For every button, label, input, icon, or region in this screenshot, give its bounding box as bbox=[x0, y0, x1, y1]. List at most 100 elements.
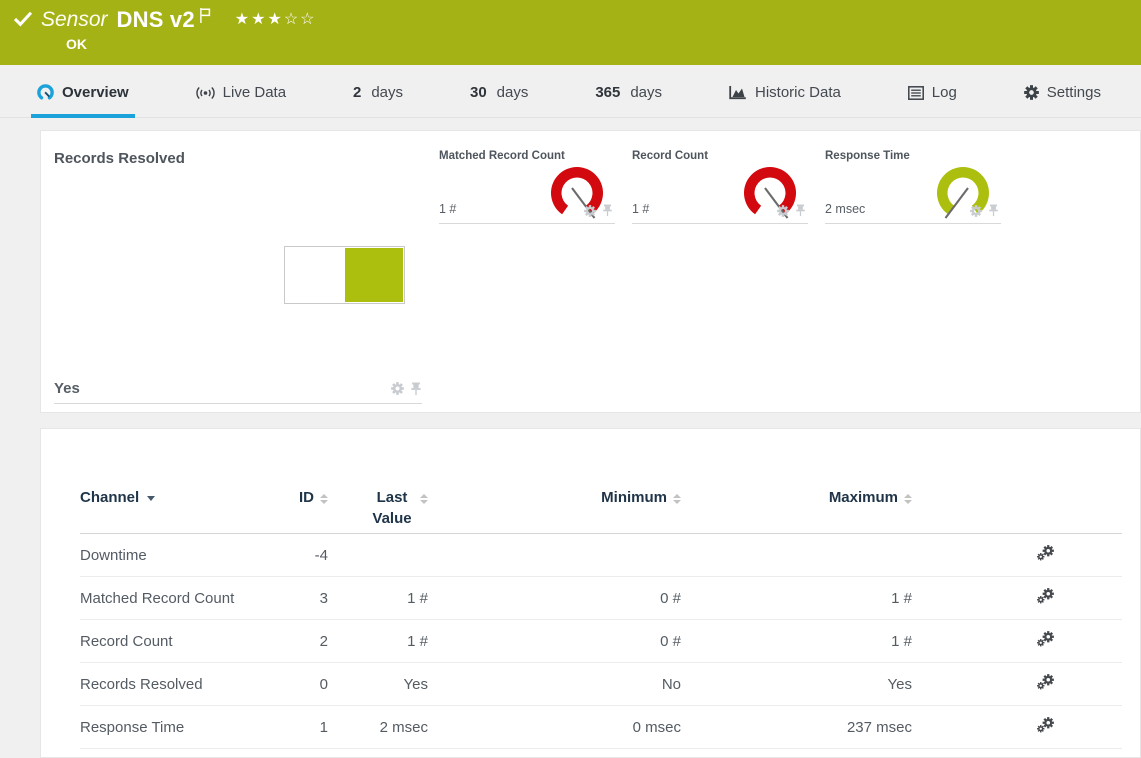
records-resolved-title: Records Resolved bbox=[54, 150, 439, 167]
header-label: ID bbox=[299, 489, 314, 506]
gauge-title: Matched Record Count bbox=[439, 150, 615, 162]
stars-filled: ★★★ bbox=[235, 11, 284, 28]
channel-settings-icon[interactable] bbox=[1037, 717, 1054, 733]
tab-live-data[interactable]: Live Data bbox=[190, 76, 292, 118]
priority-flag-icon[interactable] bbox=[199, 8, 211, 23]
channel-settings-icon[interactable] bbox=[1037, 545, 1054, 561]
channel-name-cell[interactable]: Response Time bbox=[80, 706, 260, 749]
channel-id-cell: 1 bbox=[260, 706, 328, 749]
table-row: Downtime -4 bbox=[80, 534, 1122, 577]
tab-label: days bbox=[630, 84, 662, 101]
gear-icon[interactable] bbox=[970, 205, 982, 217]
gauge-title: Record Count bbox=[632, 150, 808, 162]
gauge-value: 2 msec bbox=[825, 202, 865, 216]
table-header-row: Channel ID Last Value Minimum Maximum bbox=[80, 429, 1122, 534]
pin-icon[interactable] bbox=[410, 382, 422, 396]
tab-30-days[interactable]: 30 days bbox=[464, 76, 534, 118]
pin-icon[interactable] bbox=[988, 204, 999, 217]
sensor-header-bar: Sensor DNS v2 ★★★☆☆ OK bbox=[0, 0, 1141, 65]
overview-panel: Records Resolved Yes Matched Record Coun… bbox=[40, 130, 1141, 413]
gauge-row: Matched Record Count 1 # Record Count 1 … bbox=[439, 131, 1001, 412]
gear-icon[interactable] bbox=[391, 382, 404, 395]
status-badge: OK bbox=[66, 36, 87, 52]
table-row: Response Time 1 2 msec 0 msec 237 msec bbox=[80, 706, 1122, 749]
tab-log[interactable]: Log bbox=[902, 76, 963, 118]
last-value-cell: 1 # bbox=[328, 620, 428, 663]
historic-chart-icon bbox=[729, 85, 747, 100]
tab-number: 365 bbox=[595, 84, 620, 101]
sensor-title-row: Sensor DNS v2 ★★★☆☆ bbox=[0, 0, 1141, 32]
pin-icon[interactable] bbox=[602, 204, 613, 217]
gauge-value: 1 # bbox=[439, 202, 456, 216]
tab-label: days bbox=[497, 84, 529, 101]
channel-name-cell[interactable]: Matched Record Count bbox=[80, 577, 260, 620]
sort-toggle-icon bbox=[673, 494, 681, 504]
tab-number: 2 bbox=[353, 84, 361, 101]
tab-bar: Overview Live Data 2 days 30 days 365 da… bbox=[0, 65, 1141, 118]
records-resolved-value: Yes bbox=[54, 380, 80, 397]
last-value-cell: Yes bbox=[328, 663, 428, 706]
sensor-type-label: Sensor bbox=[41, 8, 108, 32]
maximum-cell bbox=[681, 534, 912, 577]
minimum-cell: 0 # bbox=[428, 577, 681, 620]
channel-name-cell[interactable]: Records Resolved bbox=[80, 663, 260, 706]
minimum-cell bbox=[428, 534, 681, 577]
channel-name-cell[interactable]: Downtime bbox=[80, 534, 260, 577]
maximum-cell: 237 msec bbox=[681, 706, 912, 749]
channel-id-cell: 0 bbox=[260, 663, 328, 706]
header-minimum[interactable]: Minimum bbox=[428, 429, 681, 534]
records-resolved-indicator bbox=[284, 246, 405, 304]
stars-empty: ☆☆ bbox=[284, 11, 317, 28]
header-last-value[interactable]: Last Value bbox=[328, 429, 428, 534]
table-row: Matched Record Count 3 1 # 0 # 1 # bbox=[80, 577, 1122, 620]
sort-toggle-icon bbox=[904, 494, 912, 504]
channel-table: Channel ID Last Value Minimum Maximum Do… bbox=[80, 429, 1122, 749]
channel-id-cell: 3 bbox=[260, 577, 328, 620]
channel-id-cell: -4 bbox=[260, 534, 328, 577]
log-icon bbox=[908, 86, 924, 100]
tab-365-days[interactable]: 365 days bbox=[589, 76, 668, 118]
channel-name-cell[interactable]: Record Count bbox=[80, 620, 260, 663]
header-label: Channel bbox=[80, 489, 139, 506]
maximum-cell: 1 # bbox=[681, 620, 912, 663]
tab-settings[interactable]: Settings bbox=[1018, 76, 1107, 118]
tab-label: Log bbox=[932, 84, 957, 101]
records-resolved-footer: Yes bbox=[54, 380, 422, 404]
gauge-matched-record-count: Matched Record Count 1 # bbox=[439, 150, 615, 224]
tab-label: Historic Data bbox=[755, 84, 841, 101]
records-resolved-card: Records Resolved Yes bbox=[41, 131, 439, 412]
table-row: Records Resolved 0 Yes No Yes bbox=[80, 663, 1122, 706]
sensor-name: DNS v2 bbox=[117, 8, 195, 32]
minimum-cell: 0 # bbox=[428, 620, 681, 663]
sort-desc-icon bbox=[147, 496, 155, 501]
channel-table-panel: Channel ID Last Value Minimum Maximum Do… bbox=[40, 428, 1141, 758]
header-label: Last Value bbox=[370, 487, 414, 529]
pin-icon[interactable] bbox=[795, 204, 806, 217]
gear-icon[interactable] bbox=[584, 205, 596, 217]
priority-stars[interactable]: ★★★☆☆ bbox=[235, 9, 317, 29]
last-value-cell: 2 msec bbox=[328, 706, 428, 749]
channel-settings-icon[interactable] bbox=[1037, 631, 1054, 647]
live-data-icon bbox=[196, 86, 215, 100]
tab-label: Live Data bbox=[223, 84, 286, 101]
header-id[interactable]: ID bbox=[260, 429, 328, 534]
tab-number: 30 bbox=[470, 84, 487, 101]
channel-id-cell: 2 bbox=[260, 620, 328, 663]
sort-toggle-icon bbox=[420, 494, 428, 504]
gauge-icon bbox=[37, 84, 54, 101]
header-maximum[interactable]: Maximum bbox=[681, 429, 912, 534]
gear-icon[interactable] bbox=[777, 205, 789, 217]
channel-table-body: Downtime -4 Matched Record Count 3 1 # 0… bbox=[80, 534, 1122, 749]
header-label: Minimum bbox=[601, 489, 667, 506]
last-value-cell: 1 # bbox=[328, 577, 428, 620]
channel-settings-icon[interactable] bbox=[1037, 588, 1054, 604]
tab-historic-data[interactable]: Historic Data bbox=[723, 76, 847, 118]
minimum-cell: No bbox=[428, 663, 681, 706]
tab-2-days[interactable]: 2 days bbox=[347, 76, 409, 118]
last-value-cell bbox=[328, 534, 428, 577]
header-channel[interactable]: Channel bbox=[80, 429, 260, 534]
gear-icon bbox=[1024, 85, 1039, 100]
maximum-cell: 1 # bbox=[681, 577, 912, 620]
channel-settings-icon[interactable] bbox=[1037, 674, 1054, 690]
tab-overview[interactable]: Overview bbox=[31, 76, 135, 118]
